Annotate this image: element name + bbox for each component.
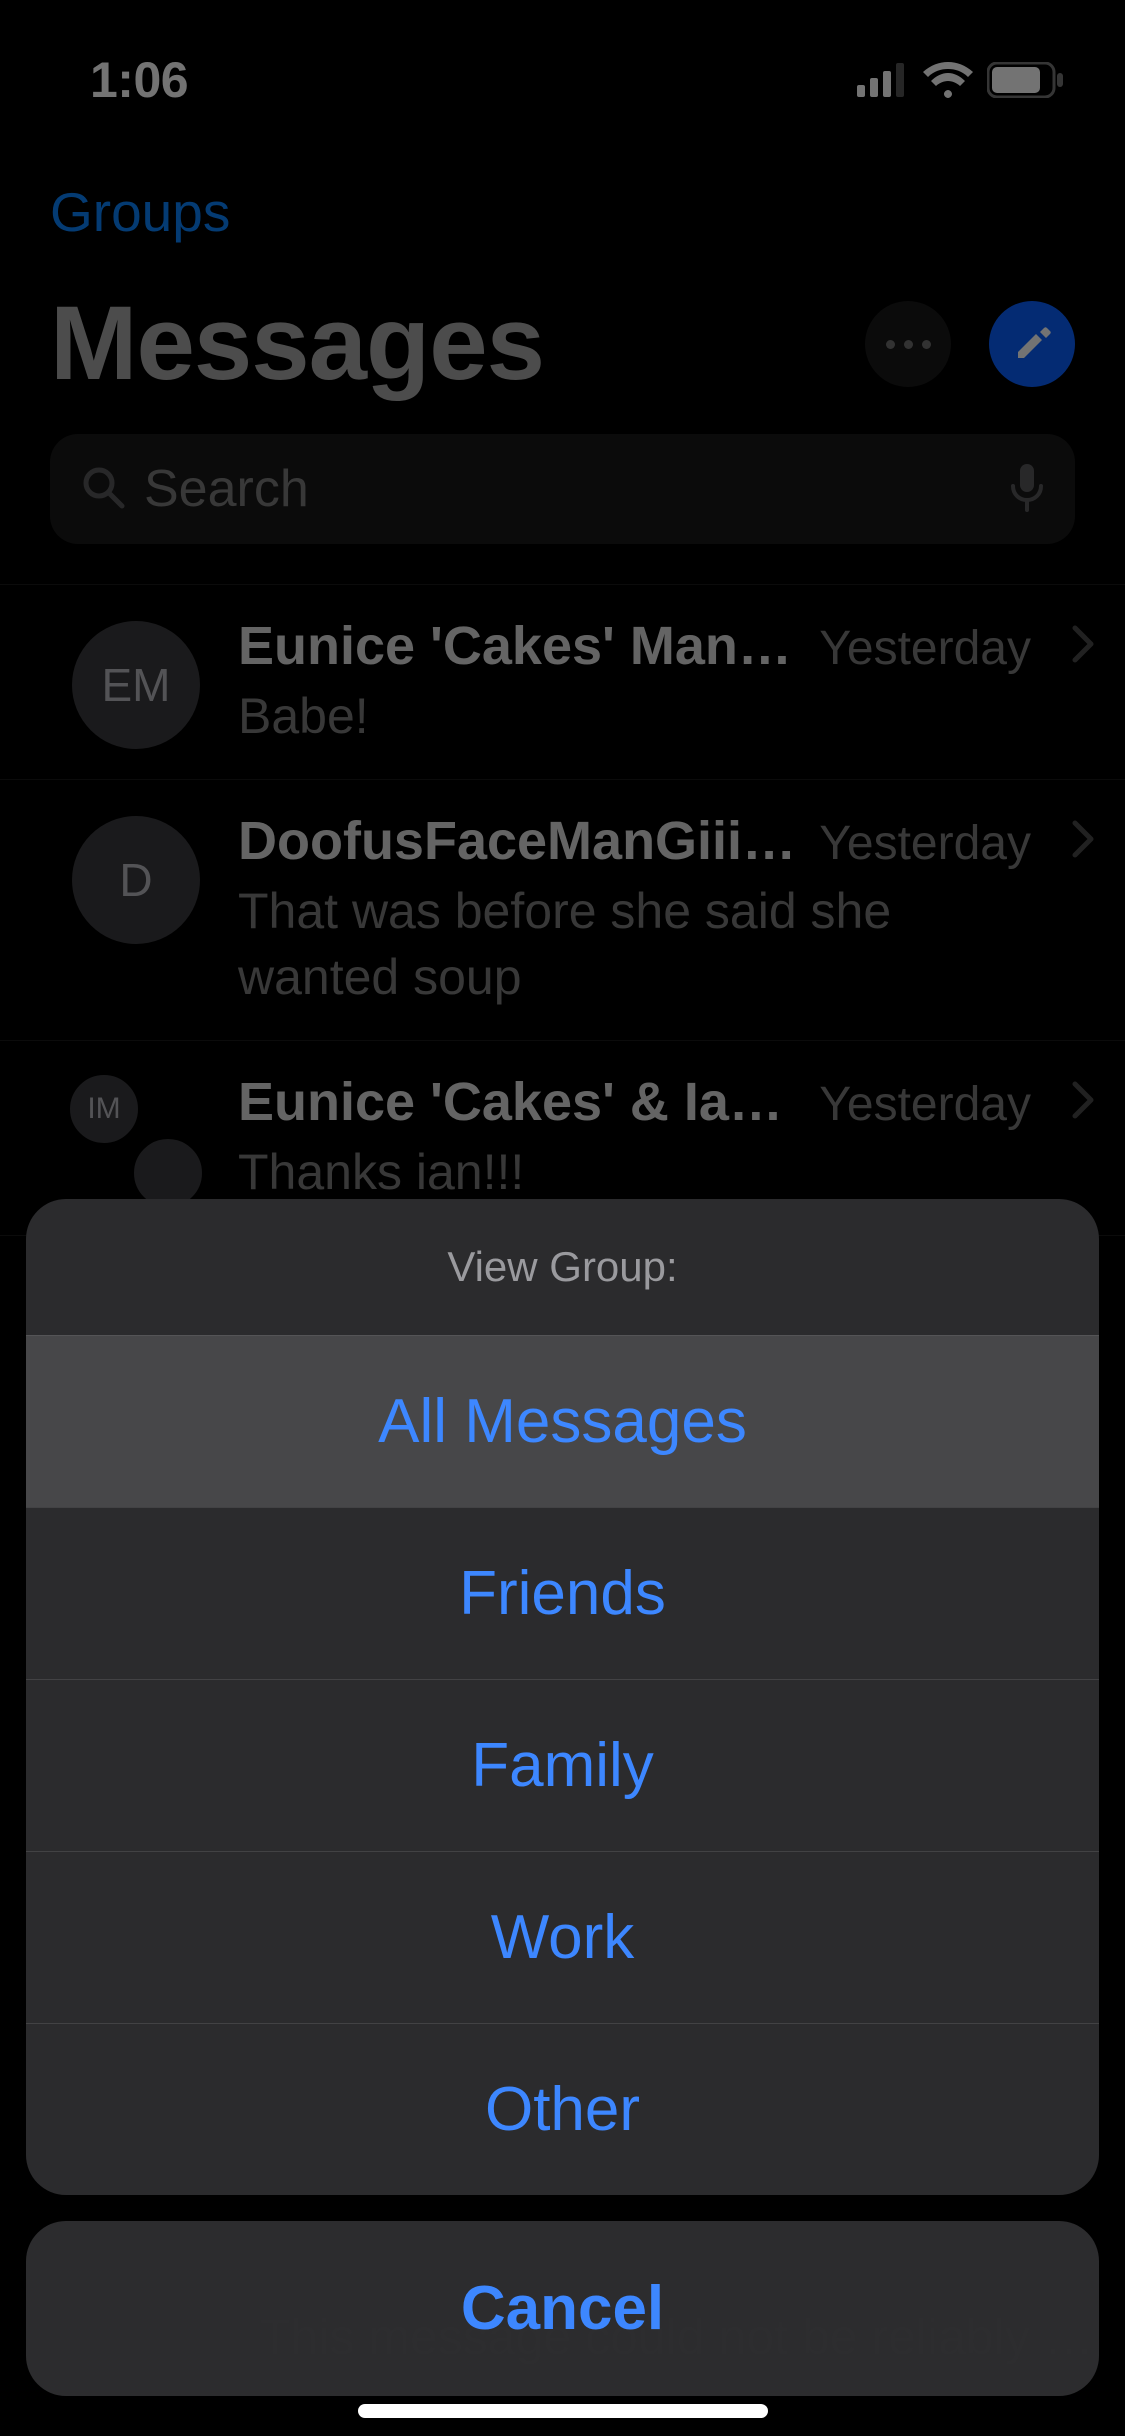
action-sheet-title: View Group:: [26, 1199, 1099, 1335]
sheet-option-all-messages[interactable]: All Messages: [26, 1335, 1099, 1507]
sheet-option-family[interactable]: Family: [26, 1679, 1099, 1851]
action-sheet: View Group: All Messages Friends Family …: [26, 1199, 1099, 2396]
sheet-option-other[interactable]: Other: [26, 2023, 1099, 2195]
cancel-button[interactable]: Cancel: [26, 2221, 1099, 2396]
home-indicator[interactable]: [358, 2404, 768, 2418]
sheet-option-friends[interactable]: Friends: [26, 1507, 1099, 1679]
sheet-option-work[interactable]: Work: [26, 1851, 1099, 2023]
